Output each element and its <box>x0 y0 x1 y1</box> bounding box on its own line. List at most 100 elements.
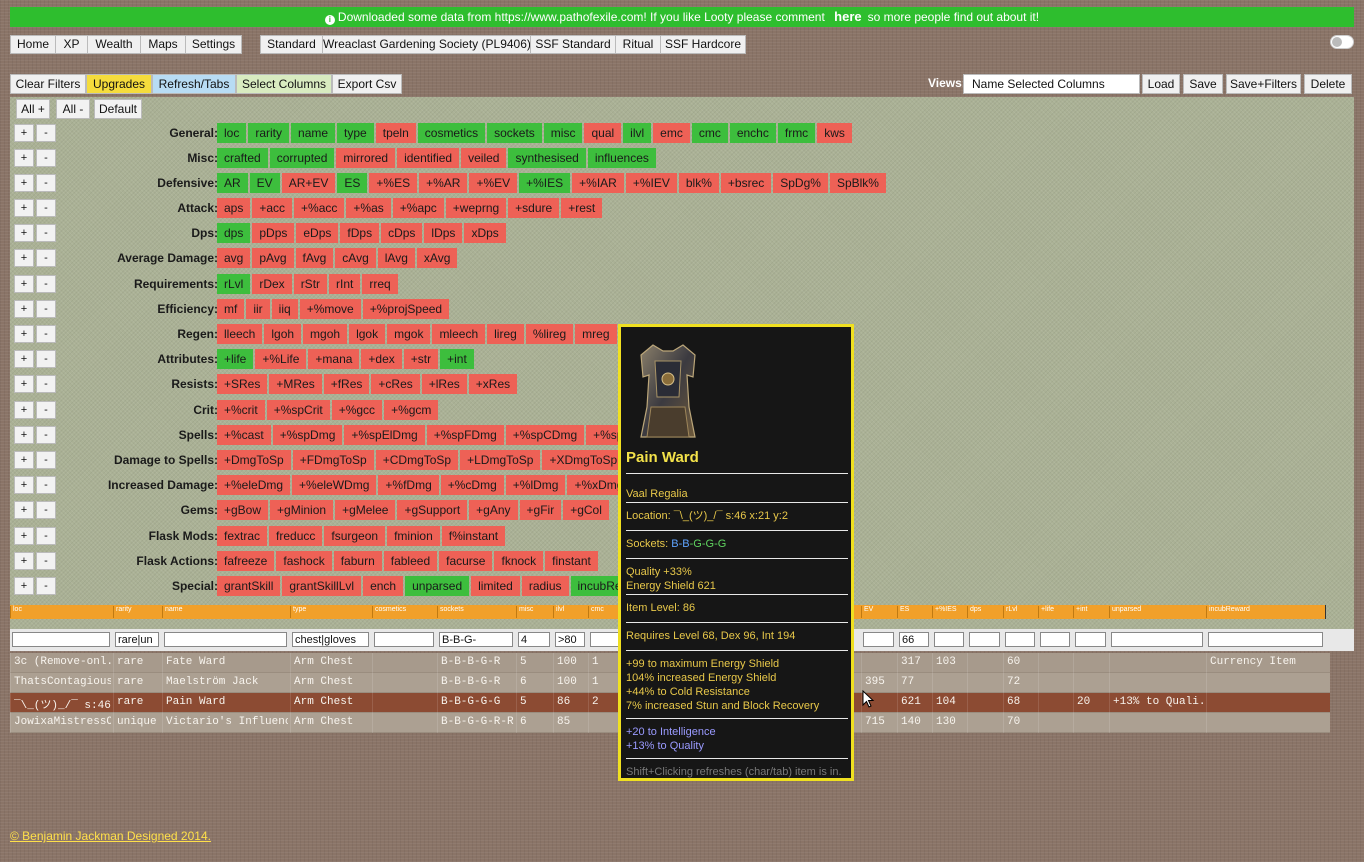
column-chip[interactable]: sockets <box>487 123 542 143</box>
column-chip[interactable]: mf <box>217 299 245 319</box>
default-button[interactable]: Default <box>94 99 142 119</box>
group-collapse-button[interactable]: - <box>36 149 56 167</box>
column-header[interactable]: rLvl <box>1003 606 1017 618</box>
column-chip[interactable]: rreq <box>362 274 398 294</box>
column-chip[interactable]: corrupted <box>269 148 335 168</box>
column-header[interactable]: loc <box>10 606 22 618</box>
group-collapse-button[interactable]: - <box>36 476 56 494</box>
column-filter-input[interactable] <box>1075 632 1106 647</box>
column-filter-input[interactable] <box>439 632 513 647</box>
group-expand-button[interactable]: + <box>14 552 34 570</box>
column-chip[interactable]: misc <box>543 123 583 143</box>
column-header[interactable]: ES <box>897 606 909 618</box>
league-ssf-hardcore[interactable]: SSF Hardcore <box>660 35 746 54</box>
column-chip[interactable]: frmc <box>777 123 816 143</box>
column-chip[interactable]: +%as <box>346 198 391 218</box>
column-chip[interactable]: +%eleWDmg <box>292 475 377 495</box>
column-chip[interactable]: fashock <box>276 551 332 571</box>
group-collapse-button[interactable]: - <box>36 224 56 242</box>
column-header[interactable]: +%IES <box>932 606 957 618</box>
column-chip[interactable]: +%IAR <box>572 173 624 193</box>
column-chip[interactable]: fafreeze <box>217 551 275 571</box>
column-chip[interactable]: +life <box>217 349 254 369</box>
column-chip[interactable]: +lRes <box>421 374 467 394</box>
group-expand-button[interactable]: + <box>14 451 34 469</box>
column-chip[interactable]: type <box>337 123 374 143</box>
column-filter-input[interactable] <box>969 632 1000 647</box>
column-chip[interactable]: xDps <box>464 223 506 243</box>
column-header[interactable]: unparsed <box>1109 606 1141 618</box>
column-chip[interactable]: +%lDmg <box>505 475 566 495</box>
column-chip[interactable]: +FDmgToSp <box>292 450 374 470</box>
column-chip[interactable]: +%apc <box>392 198 444 218</box>
column-chip[interactable]: identified <box>397 148 460 168</box>
column-chip[interactable]: +%AR <box>419 173 468 193</box>
column-chip[interactable]: fknock <box>494 551 544 571</box>
column-chip[interactable]: avg <box>217 248 251 268</box>
column-chip[interactable]: +%IES <box>519 173 571 193</box>
column-chip[interactable]: +gBow <box>217 500 269 520</box>
upgrades-button[interactable]: Upgrades <box>86 74 152 94</box>
group-collapse-button[interactable]: - <box>36 174 56 192</box>
column-chip[interactable]: finstant <box>545 551 598 571</box>
column-chip[interactable]: grantSkill <box>217 576 281 596</box>
clear-filters-button[interactable]: Clear Filters <box>10 74 86 94</box>
group-collapse-button[interactable]: - <box>36 300 56 318</box>
save-filters-button[interactable]: Save+Filters <box>1226 74 1301 94</box>
group-expand-button[interactable]: + <box>14 401 34 419</box>
column-chip[interactable]: +cRes <box>371 374 420 394</box>
column-chip[interactable]: +acc <box>252 198 293 218</box>
column-chip[interactable]: name <box>291 123 336 143</box>
all-minus-button[interactable]: All - <box>56 99 90 119</box>
column-chip[interactable]: +SRes <box>217 374 268 394</box>
views-name-input[interactable]: Name Selected Columns <box>963 74 1140 94</box>
group-collapse-button[interactable]: - <box>36 451 56 469</box>
column-header[interactable]: sockets <box>437 606 464 618</box>
group-expand-button[interactable]: + <box>14 224 34 242</box>
column-chip[interactable]: lgok <box>349 324 386 344</box>
column-filter-input[interactable] <box>292 632 369 647</box>
column-chip[interactable]: enchc <box>729 123 776 143</box>
all-plus-button[interactable]: All + <box>16 99 50 119</box>
column-chip[interactable]: +gMelee <box>335 500 396 520</box>
column-chip[interactable]: +gMinion <box>270 500 334 520</box>
column-chip[interactable]: lAvg <box>377 248 415 268</box>
select-columns-button[interactable]: Select Columns <box>236 74 332 94</box>
column-chip[interactable]: +%spCDmg <box>505 425 585 445</box>
export-csv-button[interactable]: Export Csv <box>332 74 402 94</box>
column-chip[interactable]: fableed <box>383 551 438 571</box>
column-filter-input[interactable] <box>934 632 964 647</box>
group-expand-button[interactable]: + <box>14 501 34 519</box>
group-expand-button[interactable]: + <box>14 325 34 343</box>
column-chip[interactable]: ench <box>363 576 404 596</box>
group-expand-button[interactable]: + <box>14 275 34 293</box>
group-expand-button[interactable]: + <box>14 476 34 494</box>
column-filter-input[interactable] <box>899 632 929 647</box>
column-chip[interactable]: pDps <box>252 223 295 243</box>
league-ritual[interactable]: Ritual <box>615 35 660 54</box>
group-expand-button[interactable]: + <box>14 527 34 545</box>
column-chip[interactable]: grantSkillLvl <box>282 576 362 596</box>
group-collapse-button[interactable]: - <box>36 375 56 393</box>
column-chip[interactable]: blk% <box>678 173 719 193</box>
column-chip[interactable]: +%gcm <box>384 400 439 420</box>
column-chip[interactable]: influences <box>587 148 656 168</box>
load-button[interactable]: Load <box>1142 74 1180 94</box>
column-header[interactable]: rarity <box>113 606 132 618</box>
group-collapse-button[interactable]: - <box>36 501 56 519</box>
column-chip[interactable]: faburn <box>333 551 382 571</box>
column-chip[interactable]: fsurgeon <box>324 526 386 546</box>
group-expand-button[interactable]: + <box>14 375 34 393</box>
column-header[interactable]: type <box>290 606 306 618</box>
column-chip[interactable]: +%fDmg <box>378 475 439 495</box>
column-chip[interactable]: +%cDmg <box>440 475 504 495</box>
column-chip[interactable]: lDps <box>424 223 463 243</box>
column-chip[interactable]: mgoh <box>303 324 348 344</box>
column-chip[interactable]: lleech <box>217 324 263 344</box>
group-collapse-button[interactable]: - <box>36 350 56 368</box>
column-chip[interactable]: lireg <box>487 324 524 344</box>
refresh-tabs-button[interactable]: Refresh/Tabs <box>152 74 236 94</box>
column-chip[interactable]: +gAny <box>469 500 518 520</box>
column-chip[interactable]: %lireg <box>525 324 574 344</box>
column-chip[interactable]: lgoh <box>264 324 302 344</box>
